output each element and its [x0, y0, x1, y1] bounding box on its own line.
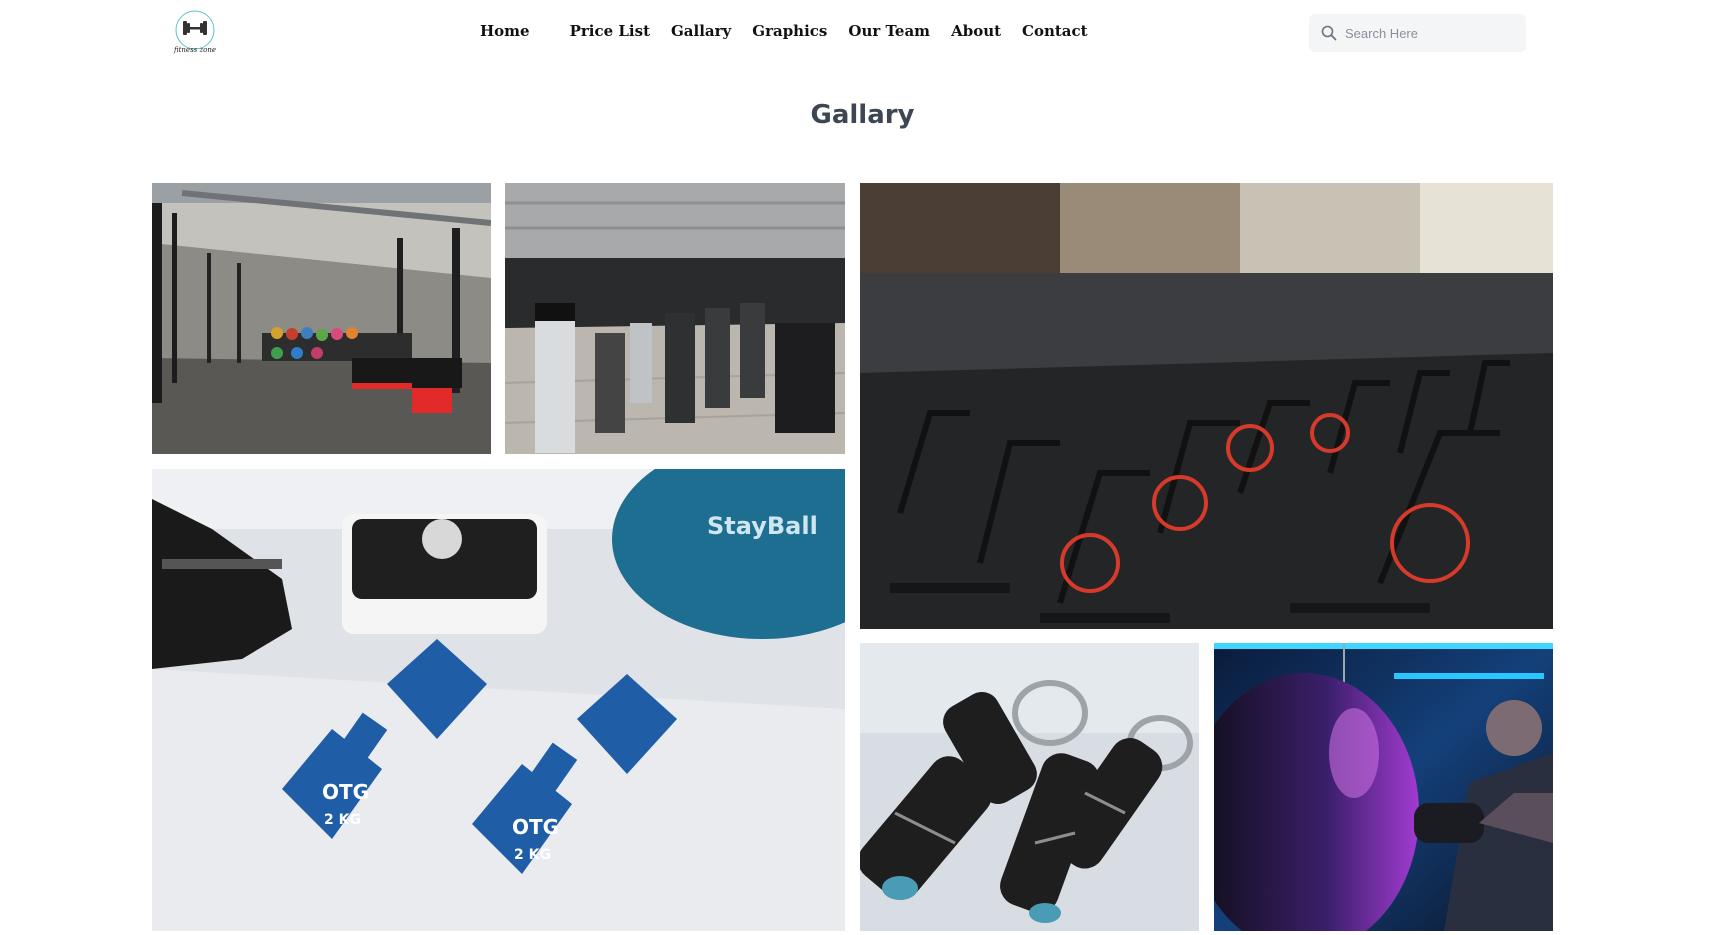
nav-gallary[interactable]: Gallary	[671, 22, 731, 40]
page: fitness zone Home Price List Gallary Gra…	[0, 0, 1725, 935]
gallery-image-spin-bikes[interactable]	[860, 183, 1553, 629]
dumbbell-weight-right: 2 KG	[514, 847, 551, 863]
dumbbells-photo: StayBall OTG 2 KG OTG 2 KG	[152, 469, 845, 931]
spin-bikes-photo	[860, 183, 1553, 629]
nav-about[interactable]: About	[951, 22, 1001, 40]
gallery-image-hand-grips[interactable]	[860, 643, 1199, 931]
hand-grips-photo	[860, 643, 1199, 931]
page-title: Gallary	[810, 100, 915, 130]
site-logo[interactable]: fitness zone	[172, 8, 218, 58]
gallery-image-gym-floor[interactable]	[152, 183, 491, 454]
search-input[interactable]	[1345, 25, 1515, 41]
punching-bag-photo	[1214, 643, 1553, 931]
search-icon	[1321, 25, 1337, 41]
gallery-image-dumbbells[interactable]: StayBall OTG 2 KG OTG 2 KG	[152, 469, 845, 931]
nav-graphics[interactable]: Graphics	[752, 22, 827, 40]
logo-text: fitness zone	[173, 46, 217, 54]
ball-label: StayBall	[707, 512, 818, 540]
nav-our-team[interactable]: Our Team	[848, 22, 930, 40]
gallery-image-cardio[interactable]	[505, 183, 845, 454]
gym-floor-photo	[152, 183, 491, 454]
dumbbell-brand-left: OTG	[322, 780, 369, 804]
cardio-photo	[505, 183, 845, 454]
gallery-image-punching-bag[interactable]	[1214, 643, 1553, 931]
search-box[interactable]	[1309, 14, 1526, 52]
dumbbell-weight-left: 2 KG	[324, 812, 361, 828]
nav-home[interactable]: Home	[480, 22, 530, 40]
nav-contact[interactable]: Contact	[1022, 22, 1088, 40]
dumbbell-brand-right: OTG	[512, 815, 559, 839]
main-nav: Home Price List Gallary Graphics Our Tea…	[480, 22, 1088, 40]
nav-price-list[interactable]: Price List	[570, 22, 650, 40]
